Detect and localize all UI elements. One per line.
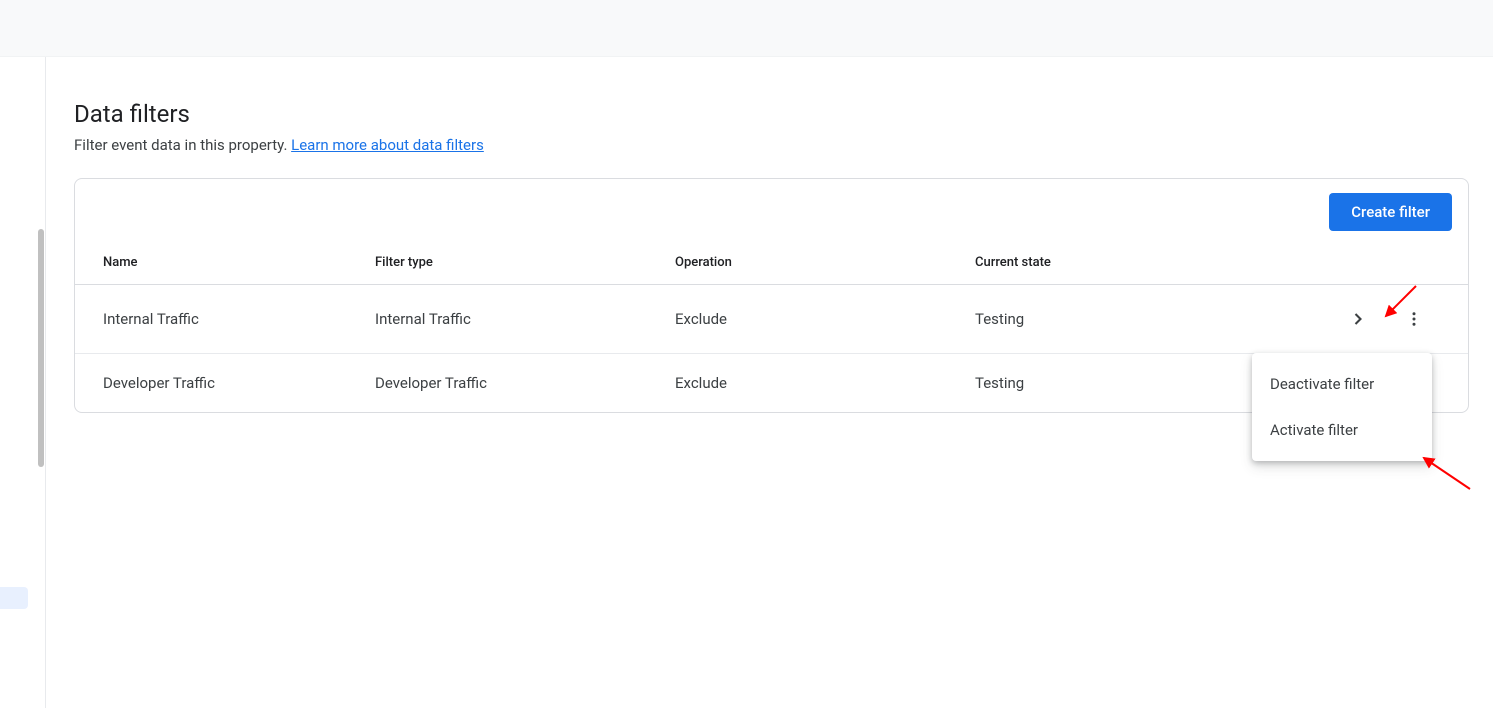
table-header-row: Name Filter type Operation Current state: [75, 245, 1468, 285]
col-header-actions: [1318, 245, 1468, 285]
filters-card: Create filter Name Filter type Operation…: [74, 178, 1469, 413]
card-toolbar: Create filter: [75, 179, 1468, 245]
page-subtitle: Filter event data in this property. Lear…: [74, 136, 1469, 154]
main-content: Data filters Filter event data in this p…: [74, 100, 1469, 413]
chevron-right-icon[interactable]: [1344, 305, 1372, 333]
create-filter-button[interactable]: Create filter: [1329, 193, 1452, 231]
left-rail-scrollbar[interactable]: [38, 229, 44, 467]
row-actions-menu: Deactivate filter Activate filter: [1252, 353, 1432, 461]
cell-type: Internal Traffic: [375, 285, 675, 354]
col-header-name: Name: [75, 245, 375, 285]
menu-item-activate[interactable]: Activate filter: [1252, 407, 1432, 453]
cell-type: Developer Traffic: [375, 354, 675, 413]
subtitle-text: Filter event data in this property.: [74, 136, 291, 154]
table-row[interactable]: Internal Traffic Internal Traffic Exclud…: [75, 285, 1468, 354]
cell-name: Internal Traffic: [75, 285, 375, 354]
cell-state: Testing: [975, 285, 1318, 354]
top-bar: [0, 0, 1493, 57]
more-vert-icon[interactable]: [1400, 305, 1428, 333]
left-nav-rail: [0, 57, 46, 708]
left-rail-selected-indicator: [0, 587, 28, 609]
col-header-state: Current state: [975, 245, 1318, 285]
cell-name: Developer Traffic: [75, 354, 375, 413]
cell-operation: Exclude: [675, 354, 975, 413]
page-title: Data filters: [74, 100, 1469, 128]
col-header-type: Filter type: [375, 245, 675, 285]
cell-actions: [1318, 285, 1468, 354]
menu-item-deactivate[interactable]: Deactivate filter: [1252, 361, 1432, 407]
col-header-operation: Operation: [675, 245, 975, 285]
cell-operation: Exclude: [675, 285, 975, 354]
learn-more-link[interactable]: Learn more about data filters: [291, 136, 484, 154]
